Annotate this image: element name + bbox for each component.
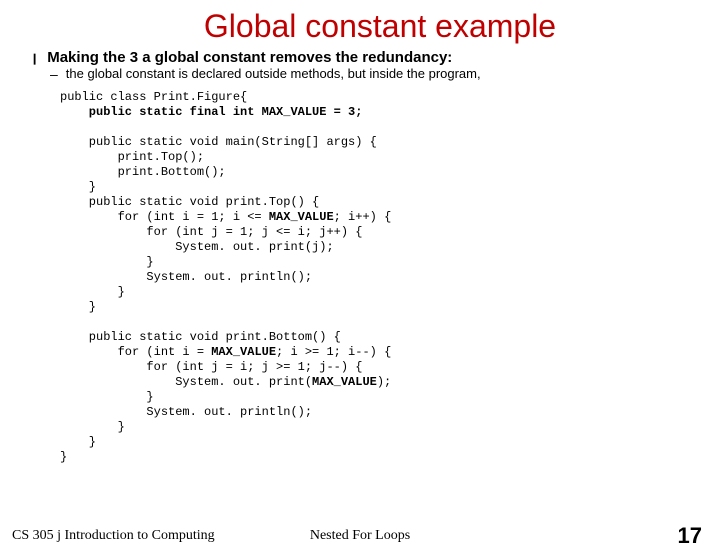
content-area: ❙ Making the 3 a global constant removes…	[0, 49, 720, 465]
sub-bullet-text: the global constant is declared outside …	[66, 66, 481, 81]
slide-title: Global constant example	[0, 8, 720, 45]
sub-bullet: – the global constant is declared outsid…	[50, 66, 700, 82]
footer-left: CS 305 j Introduction to Computing	[12, 528, 215, 544]
bullet-text: Making the 3 a global constant removes t…	[47, 49, 452, 66]
code-block: public class Print.Figure{ public static…	[60, 90, 700, 465]
page-number: 17	[678, 523, 702, 549]
dash-icon: –	[50, 66, 58, 82]
footer-center: Nested For Loops	[310, 528, 410, 544]
main-bullet: ❙ Making the 3 a global constant removes…	[30, 49, 700, 66]
bullet-icon: ❙	[30, 52, 39, 65]
